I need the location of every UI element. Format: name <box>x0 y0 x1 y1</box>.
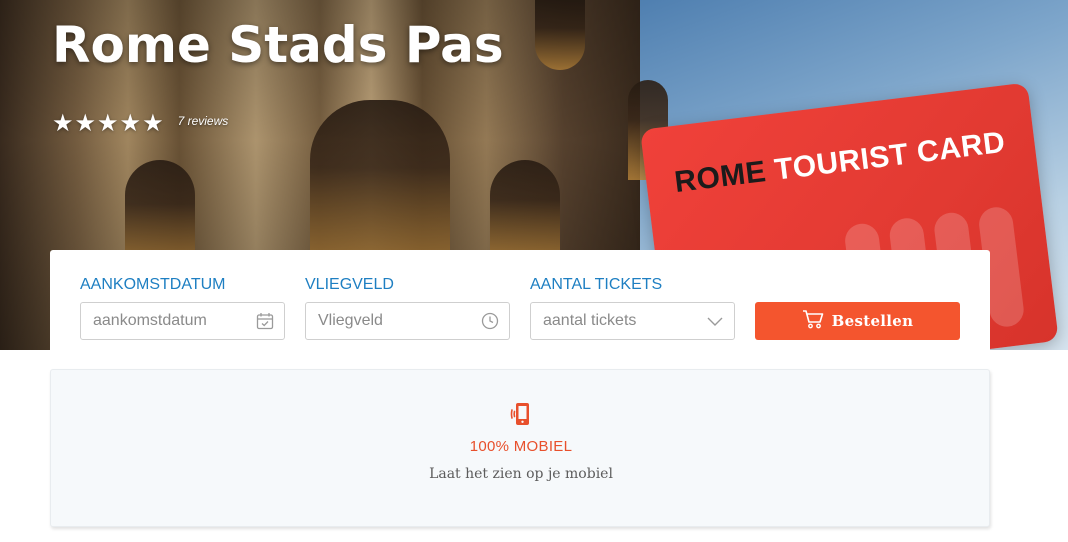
tickets-select[interactable]: aantal tickets <box>530 302 735 340</box>
booking-form: AANKOMSTDATUM aankomstdatum VLIEGVELD Vl… <box>50 250 990 350</box>
tourist-card-text-light: TOURIST CARD <box>772 125 1008 187</box>
star-icon: ★ <box>97 110 119 137</box>
feature-description: Laat het zien op je mobiel <box>429 466 613 482</box>
mobile-icon <box>510 402 532 426</box>
order-button[interactable]: Bestellen <box>755 302 960 340</box>
arrival-label: AANKOMSTDATUM <box>80 276 226 293</box>
feature-panel: 100% MOBIEL Laat het zien op je mobiel <box>50 369 990 527</box>
star-icon: ★ <box>142 110 164 137</box>
star-icon: ★ <box>119 110 142 137</box>
star-rating: ★ ★ ★ ★ ★ <box>52 112 164 136</box>
cart-icon <box>802 309 824 333</box>
airport-input[interactable]: Vliegveld <box>305 302 510 340</box>
tickets-field: AANTAL TICKETS aantal tickets <box>530 276 735 340</box>
airport-placeholder: Vliegveld <box>318 312 383 329</box>
feature-title: 100% MOBIEL <box>469 438 573 455</box>
calendar-icon <box>256 312 274 330</box>
tickets-placeholder: aantal tickets <box>543 312 637 329</box>
airport-field: VLIEGVELD Vliegveld <box>305 276 510 340</box>
arrival-placeholder: aankomstdatum <box>93 312 207 329</box>
arrival-date-input[interactable]: aankomstdatum <box>80 302 285 340</box>
arrival-field: AANKOMSTDATUM aankomstdatum <box>80 276 285 340</box>
order-button-label: Bestellen <box>831 312 914 330</box>
star-icon: ★ <box>52 110 74 137</box>
star-icon: ★ <box>74 110 97 137</box>
page-title: Rome Stads Pas <box>52 16 504 74</box>
tickets-label: AANTAL TICKETS <box>530 276 663 293</box>
airport-label: VLIEGVELD <box>305 276 394 293</box>
clock-icon <box>481 312 499 330</box>
reviews-link[interactable]: 7 reviews <box>178 114 229 128</box>
tourist-card-text-dark: ROME <box>672 153 777 200</box>
rating: ★ ★ ★ ★ ★ 7 reviews <box>52 112 228 136</box>
chevron-down-icon <box>706 315 724 327</box>
tourist-card-text: ROME TOURIST CARD <box>673 126 1008 200</box>
